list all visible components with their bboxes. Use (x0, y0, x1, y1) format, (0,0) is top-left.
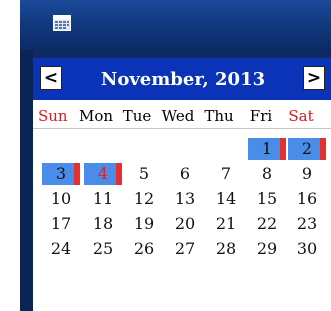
day-cell[interactable]: 19 (125, 213, 163, 235)
weekday-mon: Mon (78, 107, 114, 125)
day-cell[interactable]: 12 (125, 188, 163, 210)
day-cell[interactable]: 24 (42, 238, 80, 260)
day-cell[interactable]: 16 (288, 188, 326, 210)
weekday-fri: Fri (249, 107, 273, 125)
day-cell[interactable]: 28 (207, 238, 245, 260)
day-cell[interactable]: 2 (288, 138, 326, 160)
day-cell[interactable]: 29 (248, 238, 286, 260)
day-cell[interactable]: 17 (42, 213, 80, 235)
day-cell[interactable]: 5 (125, 163, 163, 185)
month-title: November, 2013 (100, 68, 266, 90)
weekday-header: Sun Mon Tue Wed Thu Fri Sat (0, 107, 331, 129)
day-cell[interactable]: 30 (288, 238, 326, 260)
weekday-thu: Thu (204, 107, 234, 125)
day-cell[interactable]: 4 (84, 163, 122, 185)
calendar-window: < November, 2013 > Sun Mon Tue Wed Thu F… (0, 0, 331, 311)
day-cell[interactable]: 1 (248, 138, 286, 160)
weekday-tue: Tue (122, 107, 152, 125)
next-month-button[interactable]: > (303, 66, 325, 90)
day-cell[interactable]: 26 (125, 238, 163, 260)
day-cell[interactable]: 13 (166, 188, 204, 210)
weekday-sat: Sat (288, 107, 314, 125)
day-cell[interactable]: 15 (248, 188, 286, 210)
day-cell[interactable]: 10 (42, 188, 80, 210)
window-side-border (20, 50, 33, 311)
day-cell[interactable]: 7 (207, 163, 245, 185)
day-cell[interactable]: 6 (166, 163, 204, 185)
day-cell[interactable]: 22 (248, 213, 286, 235)
day-cell[interactable]: 27 (166, 238, 204, 260)
day-cell[interactable]: 9 (288, 163, 326, 185)
day-cell[interactable]: 25 (84, 238, 122, 260)
day-cell[interactable]: 8 (248, 163, 286, 185)
day-cell[interactable]: 14 (207, 188, 245, 210)
day-cell[interactable]: 18 (84, 213, 122, 235)
weekday-wed: Wed (161, 107, 195, 125)
day-cell[interactable]: 11 (84, 188, 122, 210)
desktop-edge (0, 0, 20, 311)
day-cell[interactable]: 20 (166, 213, 204, 235)
weekday-sun: Sun (38, 107, 68, 125)
previous-month-button[interactable]: < (40, 66, 62, 90)
header-divider (33, 128, 331, 129)
day-cell[interactable]: 23 (288, 213, 326, 235)
day-cell[interactable]: 3 (42, 163, 80, 185)
calendar-window-icon (53, 15, 71, 31)
day-cell[interactable]: 21 (207, 213, 245, 235)
